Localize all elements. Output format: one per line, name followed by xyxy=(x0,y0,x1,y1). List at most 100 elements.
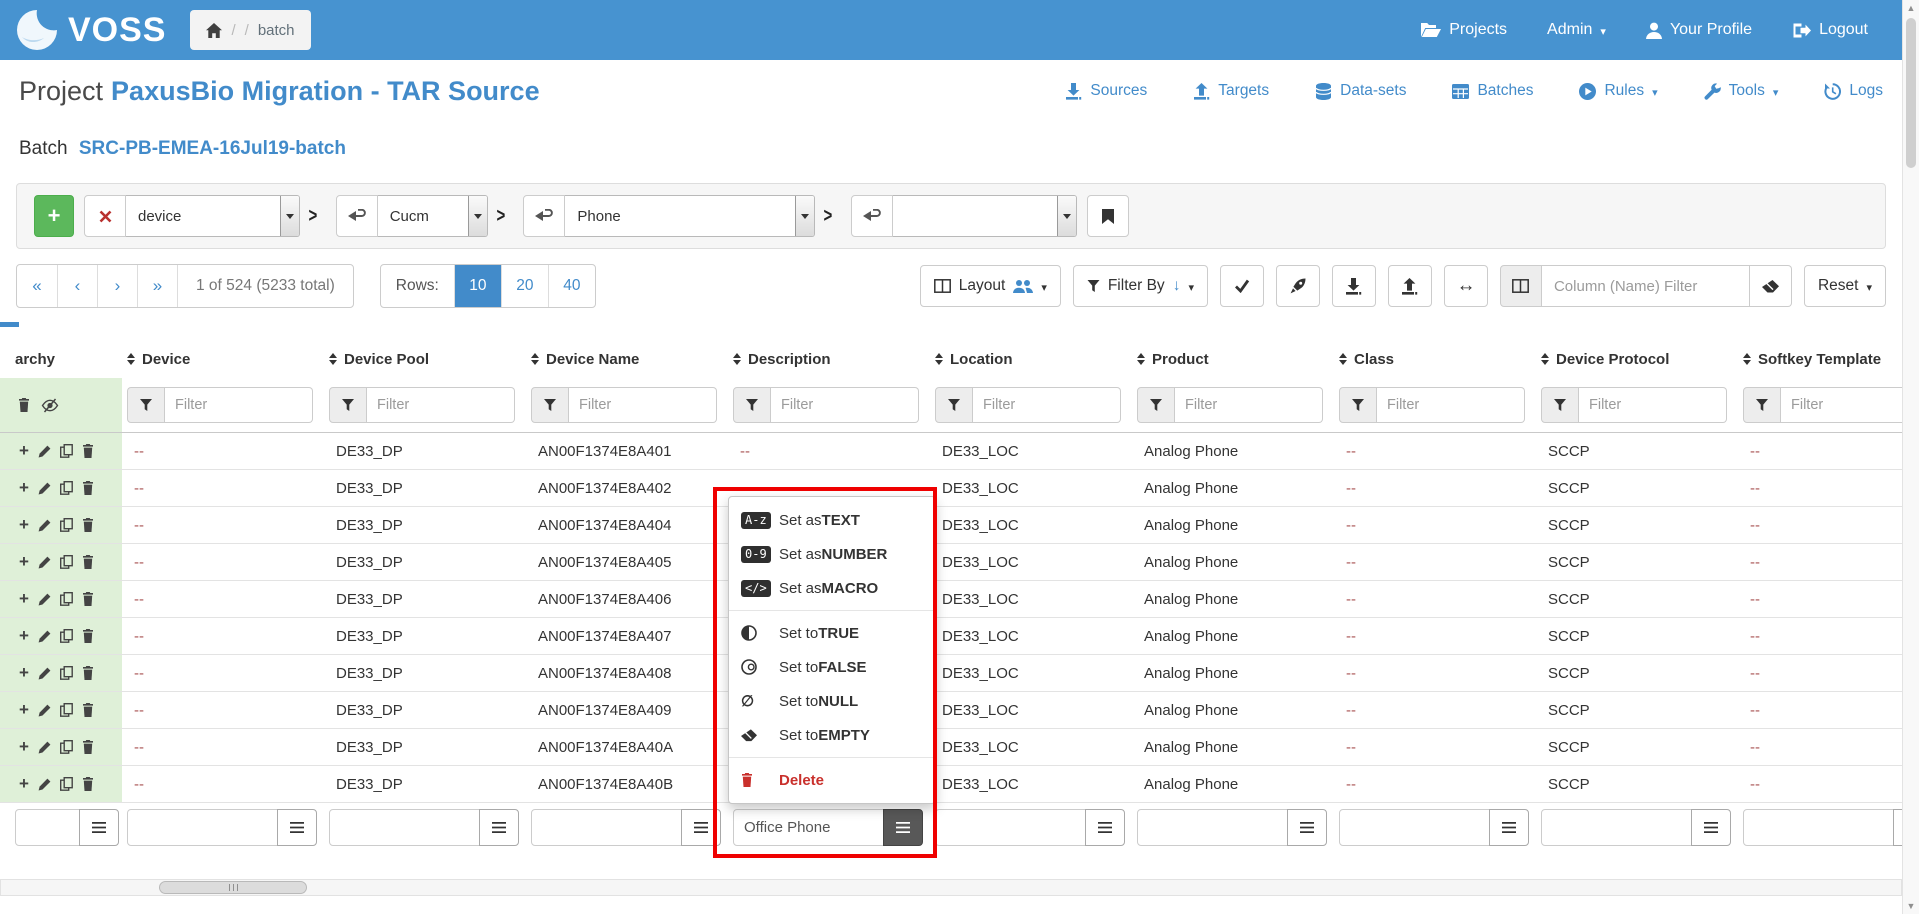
copy-row-icon[interactable] xyxy=(60,592,73,606)
edit-row-icon[interactable] xyxy=(38,778,51,791)
filter-by-button[interactable]: Filter By ↓ ▾ xyxy=(1073,265,1208,307)
step-into-button[interactable] xyxy=(851,195,893,237)
edit-row-icon[interactable] xyxy=(38,704,51,717)
funnel-icon[interactable] xyxy=(531,387,569,423)
delete-row-icon[interactable] xyxy=(82,666,94,680)
edit-row-icon[interactable] xyxy=(38,482,51,495)
run-button[interactable] xyxy=(1276,265,1320,307)
funnel-icon[interactable] xyxy=(935,387,973,423)
device-select[interactable]: device xyxy=(126,195,300,237)
edit-row-icon[interactable] xyxy=(38,519,51,532)
filter-input-product[interactable] xyxy=(1175,387,1323,423)
apply-button[interactable] xyxy=(1220,265,1264,307)
cucm-select[interactable]: Cucm xyxy=(378,195,488,237)
bulk-menu-button[interactable] xyxy=(1893,809,1902,846)
bulk-menu-button[interactable] xyxy=(1287,809,1327,846)
layout-button[interactable]: Layout ▾ xyxy=(920,265,1061,307)
delete-row-icon[interactable] xyxy=(82,740,94,754)
filter-input-device-protocol[interactable] xyxy=(1579,387,1727,423)
column-header-description[interactable]: Description xyxy=(728,351,930,368)
empty-select[interactable] xyxy=(893,195,1077,237)
add-row-icon[interactable]: + xyxy=(19,702,29,719)
bookmark-button[interactable] xyxy=(1087,195,1129,237)
delete-row-icon[interactable] xyxy=(82,592,94,606)
menu-set-as-number[interactable]: 0-9 Set as NUMBER xyxy=(729,537,935,571)
copy-row-icon[interactable] xyxy=(60,740,73,754)
menu-set-to-empty[interactable]: Set to EMPTY xyxy=(729,718,935,752)
vertical-scrollbar[interactable]: ▲ ▼ xyxy=(1902,0,1919,914)
column-name-filter-input[interactable] xyxy=(1542,265,1750,307)
menu-delete[interactable]: Delete xyxy=(729,763,935,797)
nav-sources[interactable]: Sources xyxy=(1065,82,1147,100)
funnel-icon[interactable] xyxy=(733,387,771,423)
column-header-device-protocol[interactable]: Device Protocol xyxy=(1536,351,1738,368)
filter-input-class[interactable] xyxy=(1377,387,1525,423)
add-row-icon[interactable]: + xyxy=(19,591,29,608)
filter-input-description[interactable] xyxy=(771,387,919,423)
add-row-icon[interactable]: + xyxy=(19,739,29,756)
bulk-menu-button[interactable] xyxy=(1691,809,1731,846)
funnel-icon[interactable] xyxy=(1541,387,1579,423)
column-header-location[interactable]: Location xyxy=(930,351,1132,368)
nav-tools[interactable]: Tools ▾ xyxy=(1704,82,1779,100)
step-into-button[interactable] xyxy=(523,195,565,237)
eraser-icon[interactable] xyxy=(1750,265,1792,307)
column-header-device-name[interactable]: Device Name xyxy=(526,351,728,368)
bulk-menu-button[interactable] xyxy=(79,809,119,846)
bulk-menu-button[interactable] xyxy=(883,809,923,846)
previous-page-button[interactable]: ‹ xyxy=(57,265,97,307)
nav-targets[interactable]: Targets xyxy=(1193,82,1269,100)
add-row-icon[interactable]: + xyxy=(19,776,29,793)
filter-input-device[interactable] xyxy=(165,387,313,423)
nav-logs[interactable]: Logs xyxy=(1824,82,1883,100)
copy-row-icon[interactable] xyxy=(60,444,73,458)
copy-row-icon[interactable] xyxy=(60,703,73,717)
copy-row-icon[interactable] xyxy=(60,555,73,569)
column-header-product[interactable]: Product xyxy=(1132,351,1334,368)
bulk-edit-input-class[interactable] xyxy=(1339,809,1490,846)
edit-row-icon[interactable] xyxy=(38,445,51,458)
bulk-menu-button[interactable] xyxy=(1085,809,1125,846)
menu-set-to-false[interactable]: Set to FALSE xyxy=(729,650,935,684)
bulk-edit-input-device[interactable] xyxy=(127,809,278,846)
next-page-button[interactable]: › xyxy=(97,265,137,307)
nav-projects[interactable]: Projects xyxy=(1420,21,1507,39)
filter-input-device-name[interactable] xyxy=(569,387,717,423)
nav-batches[interactable]: Batches xyxy=(1452,82,1533,100)
delete-row-icon[interactable] xyxy=(82,555,94,569)
export-button[interactable] xyxy=(1332,265,1376,307)
bulk-menu-button[interactable] xyxy=(277,809,317,846)
delete-row-icon[interactable] xyxy=(82,481,94,495)
scroll-down-arrow[interactable]: ▼ xyxy=(1903,898,1919,914)
bulk-menu-button[interactable] xyxy=(1489,809,1529,846)
delete-row-icon[interactable] xyxy=(82,777,94,791)
step-into-button[interactable] xyxy=(336,195,378,237)
bulk-edit-input-product[interactable] xyxy=(1137,809,1288,846)
rows-option-20[interactable]: 20 xyxy=(501,265,548,307)
voss-logo[interactable]: VOSS xyxy=(14,7,166,53)
funnel-icon[interactable] xyxy=(127,387,165,423)
nav-logout[interactable]: Logout xyxy=(1792,21,1868,39)
copy-row-icon[interactable] xyxy=(60,777,73,791)
filter-input-device-pool[interactable] xyxy=(367,387,515,423)
nav-rules[interactable]: Rules ▾ xyxy=(1579,82,1657,100)
import-button[interactable] xyxy=(1388,265,1432,307)
funnel-icon[interactable] xyxy=(329,387,367,423)
menu-set-to-null[interactable]: ∅ Set to NULL xyxy=(729,684,935,718)
funnel-icon[interactable] xyxy=(1743,387,1781,423)
funnel-icon[interactable] xyxy=(1137,387,1175,423)
bulk-menu-button[interactable] xyxy=(681,809,721,846)
copy-row-icon[interactable] xyxy=(60,629,73,643)
expand-columns-button[interactable]: ↔ xyxy=(1444,265,1488,307)
delete-row-icon[interactable] xyxy=(82,518,94,532)
funnel-icon[interactable] xyxy=(1339,387,1377,423)
column-header-device-pool[interactable]: Device Pool xyxy=(324,351,526,368)
delete-row-icon[interactable] xyxy=(82,629,94,643)
edit-row-icon[interactable] xyxy=(38,630,51,643)
first-page-button[interactable]: « xyxy=(17,265,57,307)
remove-step-button[interactable] xyxy=(84,195,126,237)
nav-data-sets[interactable]: Data-sets xyxy=(1315,82,1406,100)
filter-input-softkey-template[interactable] xyxy=(1781,387,1902,423)
add-row-icon[interactable]: + xyxy=(19,517,29,534)
edit-row-icon[interactable] xyxy=(38,667,51,680)
